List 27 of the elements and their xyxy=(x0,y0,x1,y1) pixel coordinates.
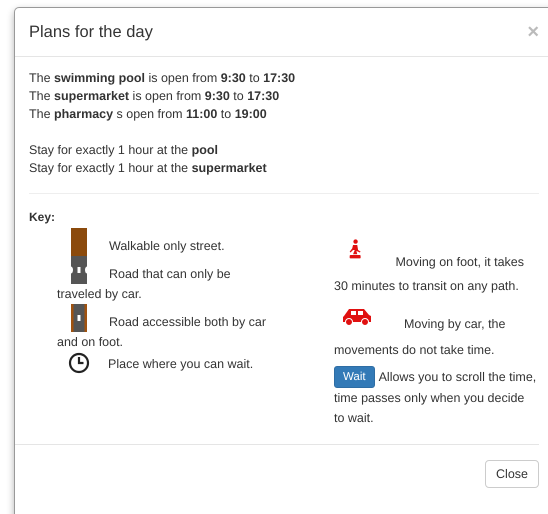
car-icon xyxy=(342,306,372,328)
key-description: Moving by car, the xyxy=(404,316,506,333)
schedule-line: The swimming pool is open from 9:30 to 17:30 xyxy=(29,70,296,87)
wait-button[interactable]: Wait xyxy=(334,366,375,388)
key-description: time passes only when you decide xyxy=(334,391,524,405)
key-description: movements do not take time. xyxy=(334,343,494,357)
key-description: Place where you can wait. xyxy=(108,356,254,373)
walkable-street-icon xyxy=(71,228,87,256)
clock-icon xyxy=(68,352,90,374)
schedule-line: The pharmacy s open from 11:00 to 19:00 xyxy=(29,106,268,123)
key-heading: Key: xyxy=(29,210,56,224)
mixed-road-icon xyxy=(71,304,87,332)
key-description: and on foot. xyxy=(57,335,124,349)
stay-line: Stay for exactly 1 hour at the pool xyxy=(29,142,219,159)
stay-line: Stay for exactly 1 hour at the supermarket xyxy=(29,160,268,177)
key-description: 30 minutes to transit on any path. xyxy=(334,279,519,293)
key-description: Road that can only be xyxy=(109,266,231,283)
modal-title: Plans for the day xyxy=(29,22,153,42)
car-road-icon xyxy=(71,256,87,284)
key-description: to wait. xyxy=(334,411,374,425)
schedule-line: The supermarket is open from 9:30 to 17:30 xyxy=(29,88,280,105)
key-description: Road accessible both by car xyxy=(109,314,266,331)
key-description: Allows you to scroll the time, xyxy=(378,369,536,386)
close-button[interactable]: Close xyxy=(485,460,539,488)
key-description: Moving on foot, it takes xyxy=(395,254,524,271)
key-description: Walkable only street. xyxy=(109,238,225,255)
key-description: traveled by car. xyxy=(57,287,142,301)
